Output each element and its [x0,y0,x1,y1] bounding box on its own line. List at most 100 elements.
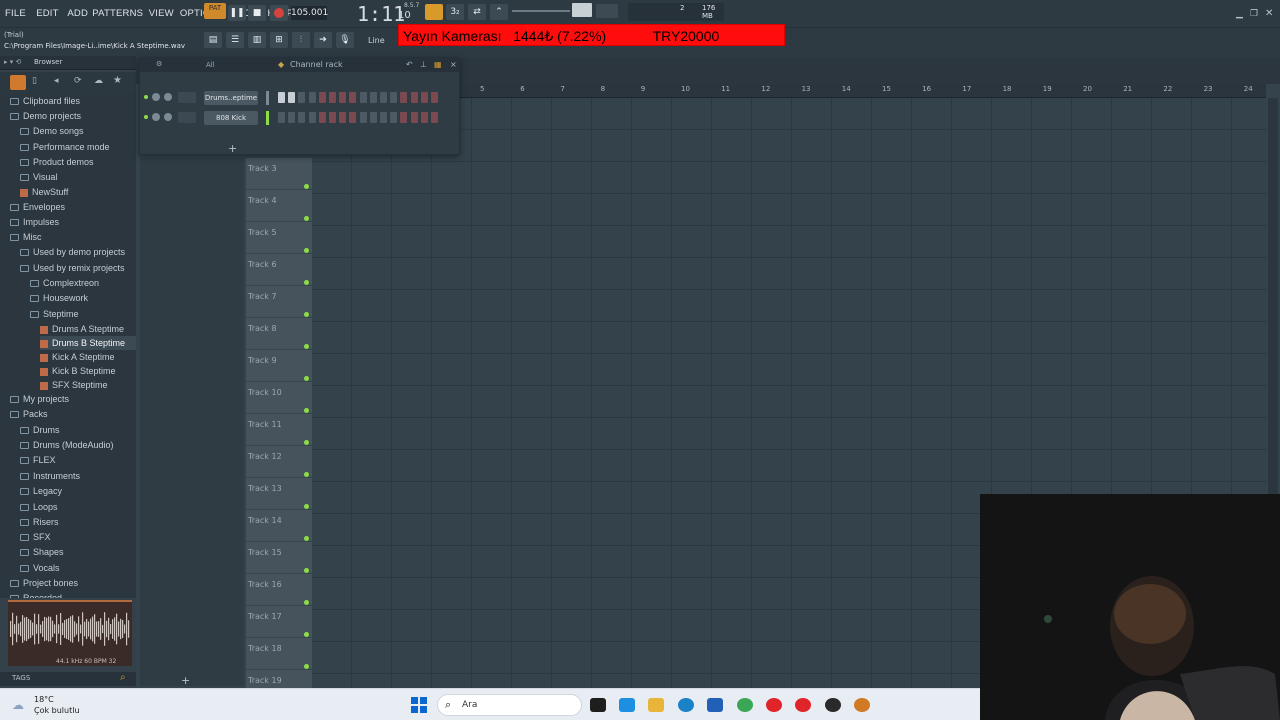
step-button[interactable] [431,92,438,103]
browser-item[interactable]: Risers [20,515,59,529]
channel-mixer-track[interactable] [178,112,196,123]
step-button[interactable] [400,92,408,103]
file-explorer-icon[interactable] [648,698,664,712]
browser-item[interactable]: Misc [10,230,42,244]
store-icon[interactable] [707,698,723,712]
menu-add[interactable]: ADD [67,8,88,19]
browser-item[interactable]: Demo songs [20,124,84,138]
step-button[interactable] [369,112,377,123]
loop-record-button[interactable]: ⇄ [468,4,486,20]
step-button[interactable] [278,92,285,103]
track-header[interactable]: Track 10 [246,382,312,414]
rack-close-icon[interactable]: × [450,60,457,69]
browser-item[interactable]: Clipboard files [10,94,80,108]
weather-icon[interactable]: ☁ [12,698,24,712]
close-window-button[interactable]: ✕ [1265,8,1273,19]
track-mute-led[interactable] [304,248,309,253]
step-button[interactable] [288,112,296,123]
track-mute-led[interactable] [304,504,309,509]
browser-item[interactable]: FLEX [20,453,56,467]
step-button[interactable] [288,92,296,103]
mixer-faders-button[interactable]: ⫶ [292,32,310,48]
countdown-button[interactable]: 3₂ [446,4,464,20]
search-icon[interactable]: ⌕ [120,672,126,683]
track-header[interactable]: Track 9 [246,350,312,382]
channel-select-bar[interactable] [266,91,269,105]
next-arrow-button[interactable]: ➔ [314,32,332,48]
channel-filter[interactable]: All [206,61,215,69]
step-button[interactable] [380,112,387,123]
channel-mixer-track[interactable] [178,92,196,103]
obs-icon[interactable] [825,698,841,712]
track-header[interactable]: Track 13 [246,478,312,510]
mixer-button[interactable]: ▤ [204,32,222,48]
tempo-display[interactable]: 105.001 [291,6,328,20]
track-mute-led[interactable] [304,440,309,445]
copilot-icon[interactable] [619,698,635,712]
track-header[interactable]: Track 18 [246,638,312,670]
browser-item[interactable]: Drums (ModeAudio) [20,438,114,452]
channel-select-bar[interactable] [266,111,269,125]
step-button[interactable] [410,112,418,123]
browser-item[interactable]: NewStuff [20,185,68,199]
browser-item[interactable]: My projects [10,392,69,406]
channel-volume-knob[interactable] [164,113,172,121]
step-button[interactable] [329,92,336,103]
add-channel-button[interactable]: + [228,142,237,155]
pause-button[interactable]: ❚❚ [228,5,246,21]
channel-led[interactable] [144,95,148,99]
channel-volume-knob[interactable] [164,93,172,101]
track-header[interactable]: Track 11 [246,414,312,446]
step-button[interactable] [339,92,347,103]
piano-roll-button[interactable]: ▥ [248,32,266,48]
track-header[interactable]: Track 7 [246,286,312,318]
browser-item[interactable]: Kick B Steptime [40,364,116,378]
browser-view-icon[interactable]: ▯ [32,76,37,86]
track-mute-led[interactable] [304,280,309,285]
step-button[interactable] [349,112,357,123]
step-button[interactable] [410,92,418,103]
taskbar-search[interactable]: ⌕ Ara [437,694,582,716]
minimize-window-button[interactable]: ▁ [1236,9,1243,19]
menu-view[interactable]: VIEW [149,8,174,19]
record-button[interactable] [270,5,288,21]
typing-keyboard-button[interactable] [425,4,443,20]
rack-steps-icon[interactable]: ▦ [434,60,442,69]
browser-item[interactable]: Kick A Steptime [40,350,115,364]
browser-item[interactable]: Used by remix projects [20,261,125,275]
track-header[interactable]: Track 17 [246,606,312,638]
track-header[interactable]: Track 6 [246,254,312,286]
channel-led[interactable] [144,115,148,119]
step-button[interactable] [359,92,367,103]
browser-item[interactable]: Vocals [20,561,60,575]
browser-back-icon[interactable]: ◂ [54,76,59,86]
step-button[interactable] [349,92,357,103]
step-button[interactable] [298,92,306,103]
step-button[interactable] [369,92,377,103]
windows-start-icon[interactable] [411,697,427,713]
menu-patterns[interactable]: PATTERNS [92,8,143,19]
browser-item[interactable]: Drums [20,423,60,437]
channel-pan-knob[interactable] [152,113,160,121]
track-mute-led[interactable] [304,568,309,573]
track-header[interactable]: Track 14 [246,510,312,542]
track-mute-led[interactable] [304,664,309,669]
track-header[interactable]: Track 3 [246,158,312,190]
track-mute-led[interactable] [304,536,309,541]
step-button[interactable] [380,92,387,103]
pin-icon[interactable]: ▸ ▾ ⟲ [4,58,21,66]
stop-button[interactable]: ■ [248,5,266,21]
track-mute-led[interactable] [304,600,309,605]
step-button[interactable] [318,112,326,123]
track-mute-led[interactable] [304,312,309,317]
mic-button[interactable]: 🎙 [336,32,354,48]
step-button[interactable] [359,112,367,123]
track-mute-led[interactable] [304,408,309,413]
browser-item[interactable]: Demo projects [10,109,81,123]
browser-item[interactable]: Packs [10,407,48,421]
browser-item[interactable]: Steptime [30,307,79,321]
track-header[interactable]: Track 16 [246,574,312,606]
add-track-button[interactable]: + [181,674,190,687]
browser-item[interactable]: Performance mode [20,140,110,154]
step-button[interactable] [278,112,285,123]
